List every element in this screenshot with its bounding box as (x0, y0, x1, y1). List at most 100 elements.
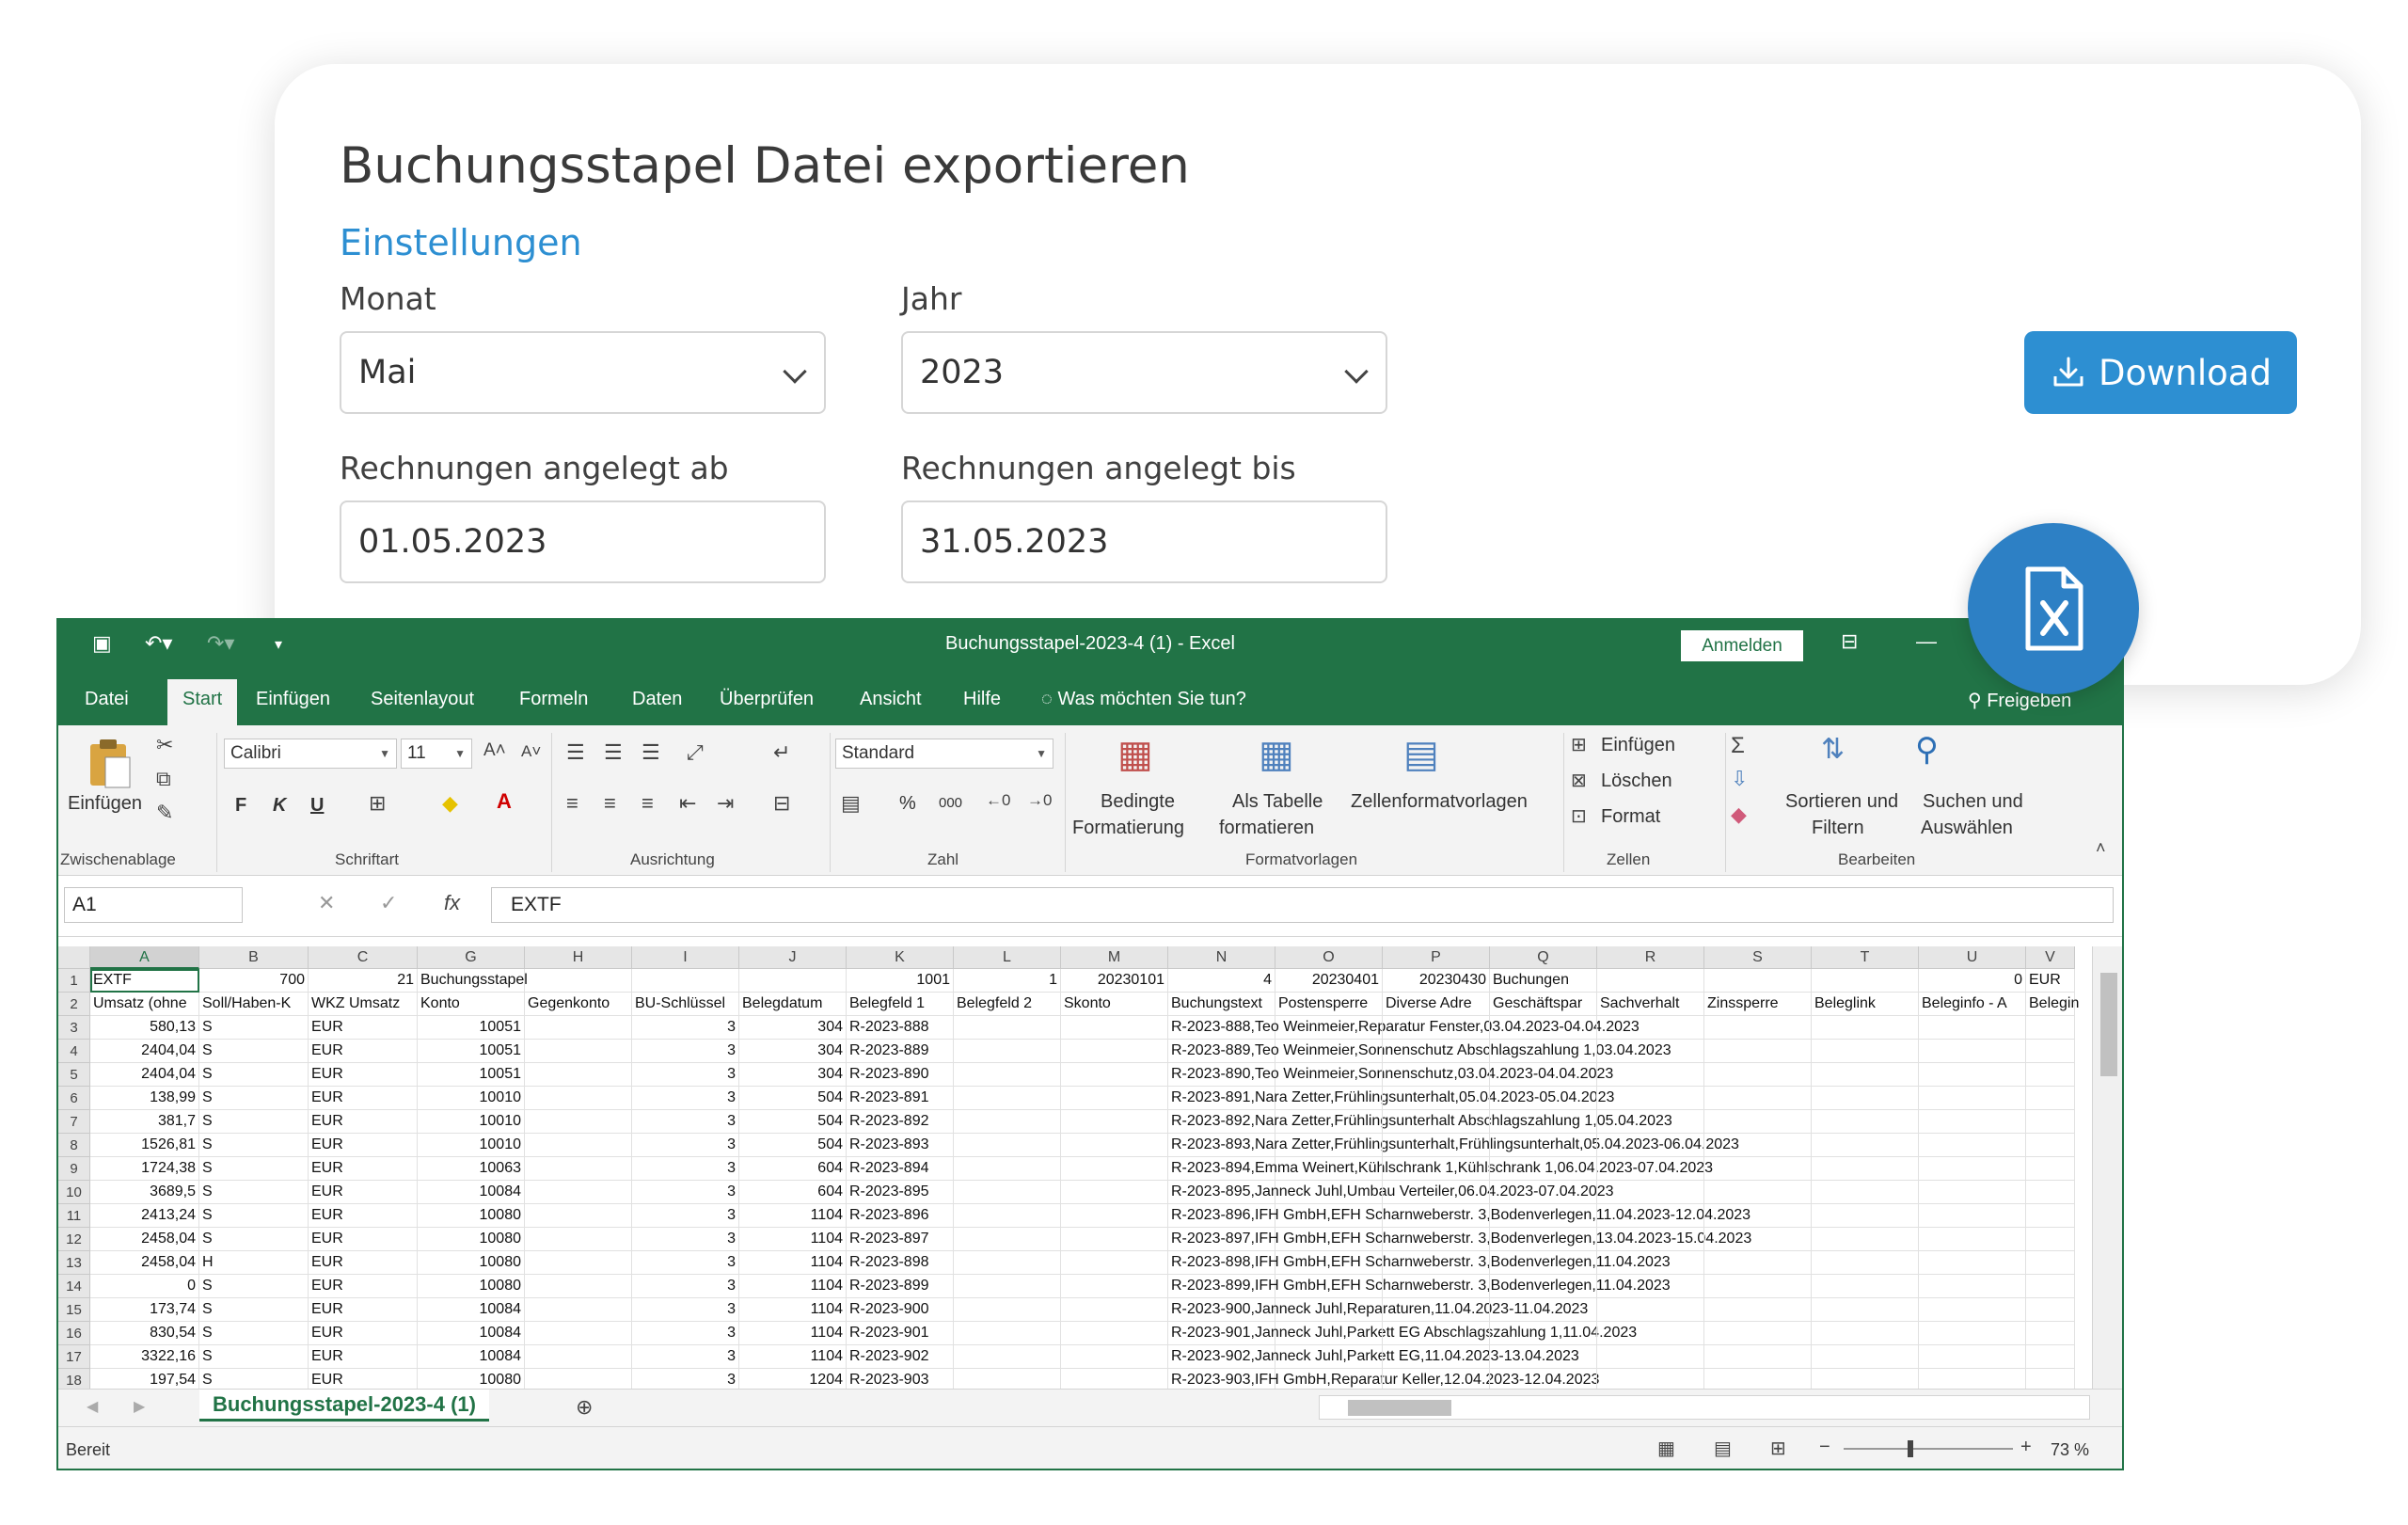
cell[interactable]: 3689,5 (90, 1181, 199, 1204)
cell[interactable] (2026, 1298, 2075, 1322)
cell[interactable]: R-2023-901,Janneck Juhl,Parkett EG Absch… (1168, 1322, 1637, 1345)
cell[interactable] (1383, 1345, 1490, 1369)
column-header[interactable]: O (1275, 946, 1383, 969)
insert-cells-button[interactable]: Einfügen (1601, 735, 1675, 756)
cell[interactable] (1704, 1063, 1812, 1087)
cell[interactable]: 604 (739, 1181, 847, 1204)
cell[interactable] (1597, 1345, 1704, 1369)
thousands-button[interactable]: 000 (939, 795, 962, 811)
cell[interactable] (1597, 1228, 1704, 1251)
cell[interactable]: R-2023-888 (847, 1016, 954, 1040)
cell[interactable] (1490, 1204, 1597, 1228)
cell[interactable]: R-2023-890,Teo Weinmeier,Sonnenschutz,03… (1168, 1063, 1613, 1087)
cell[interactable]: S (199, 1063, 309, 1087)
cell[interactable]: 1724,38 (90, 1157, 199, 1181)
cell[interactable]: Beleglink (1812, 993, 1919, 1016)
zoom-slider[interactable] (1844, 1440, 2013, 1457)
format-painter-icon[interactable]: ✎ (156, 801, 173, 825)
cell[interactable]: 3 (632, 1275, 739, 1298)
cell[interactable]: 0 (90, 1275, 199, 1298)
cell[interactable]: 304 (739, 1040, 847, 1063)
cell[interactable]: R-2023-903,IFH GmbH,Reparatur Keller,12.… (1168, 1369, 1599, 1389)
cell[interactable]: 10084 (418, 1322, 525, 1345)
cell[interactable] (1919, 1016, 2026, 1040)
cell[interactable] (1597, 1322, 1704, 1345)
cell[interactable] (1383, 1063, 1490, 1087)
cell[interactable] (2026, 1087, 2075, 1110)
cell[interactable]: Belegin (2026, 993, 2079, 1016)
cell[interactable] (2026, 1181, 2075, 1204)
cell[interactable] (1061, 1087, 1168, 1110)
formula-input[interactable]: EXTF (491, 887, 2114, 923)
row-header[interactable]: 9 (58, 1157, 90, 1181)
cell[interactable]: Buchungen (1490, 969, 1597, 993)
cell[interactable]: R-2023-893,Nara Zetter,Frühlingsunterhal… (1168, 1134, 1739, 1157)
cell[interactable] (1061, 1298, 1168, 1322)
align-top-icon[interactable]: ☰ (566, 740, 585, 765)
cell[interactable]: 10084 (418, 1181, 525, 1204)
merge-center-icon[interactable]: ⊟ (773, 791, 790, 816)
cell[interactable] (1597, 1063, 1704, 1087)
scroll-thumb[interactable] (1348, 1400, 1451, 1416)
cell[interactable] (1275, 1040, 1383, 1063)
cell[interactable]: 700 (199, 969, 309, 993)
cell[interactable]: Buchungsstapel (418, 969, 528, 993)
cell[interactable]: 173,74 (90, 1298, 199, 1322)
cell[interactable] (1061, 1063, 1168, 1087)
cell[interactable] (954, 1181, 1061, 1204)
cell[interactable] (954, 1322, 1061, 1345)
cell[interactable] (1490, 1345, 1597, 1369)
cell[interactable]: S (199, 1087, 309, 1110)
cell[interactable] (1919, 1275, 2026, 1298)
cell[interactable] (1919, 1251, 2026, 1275)
cell[interactable] (2026, 1063, 2075, 1087)
tab-ueberpruefen[interactable]: Überprüfen (720, 689, 814, 710)
cell[interactable] (1061, 1181, 1168, 1204)
cell[interactable]: Umsatz (ohne (90, 993, 199, 1016)
cell[interactable] (1275, 1016, 1383, 1040)
cell[interactable] (1061, 1040, 1168, 1063)
cell[interactable] (525, 1298, 632, 1322)
cell[interactable]: R-2023-898 (847, 1251, 954, 1275)
cell[interactable]: EUR (309, 1087, 418, 1110)
find-select-label-2[interactable]: Auswählen (1921, 818, 2013, 839)
zoom-out-icon[interactable]: − (1819, 1437, 1830, 1458)
cell[interactable] (1061, 1369, 1168, 1389)
cell[interactable] (1061, 1204, 1168, 1228)
cell[interactable] (2026, 1134, 2075, 1157)
cell[interactable] (1061, 1322, 1168, 1345)
row-header[interactable]: 17 (58, 1345, 90, 1369)
cell[interactable]: 20230430 (1383, 969, 1490, 993)
cell[interactable]: 1104 (739, 1298, 847, 1322)
cell[interactable] (525, 1016, 632, 1040)
tab-einfuegen[interactable]: Einfügen (256, 689, 330, 710)
cell[interactable] (1704, 1157, 1812, 1181)
cell[interactable]: 2458,04 (90, 1228, 199, 1251)
cell[interactable]: WKZ Umsatz (309, 993, 418, 1016)
shrink-font-icon[interactable]: A˅ (521, 742, 541, 761)
align-right-icon[interactable]: ≡ (642, 791, 654, 816)
cell[interactable]: EUR (309, 1134, 418, 1157)
cell[interactable] (1383, 1298, 1490, 1322)
cell[interactable]: 21 (309, 969, 418, 993)
cell[interactable] (954, 1275, 1061, 1298)
cell[interactable] (1597, 1298, 1704, 1322)
cell[interactable] (1061, 1134, 1168, 1157)
cell[interactable]: S (199, 1228, 309, 1251)
cell[interactable] (1704, 1322, 1812, 1345)
cell[interactable] (1919, 1204, 2026, 1228)
cell[interactable]: 3 (632, 1228, 739, 1251)
cell[interactable] (1919, 1087, 2026, 1110)
cell[interactable]: EUR (2026, 969, 2075, 993)
tab-formeln[interactable]: Formeln (519, 689, 588, 710)
cell[interactable]: 20230101 (1061, 969, 1168, 993)
cell[interactable]: R-2023-900,Janneck Juhl,Reparaturen,11.0… (1168, 1298, 1588, 1322)
decrease-indent-icon[interactable]: ⇤ (679, 791, 696, 816)
font-name-combo[interactable]: Calibri ▼ (224, 739, 397, 769)
cell[interactable] (1597, 1369, 1704, 1389)
spreadsheet-grid[interactable]: A B C G H I J K L M N O P Q R S T U V 1 EXTF 700 21 Buchungssta… (58, 946, 2092, 1389)
cell[interactable] (1490, 1157, 1597, 1181)
row-header[interactable]: 4 (58, 1040, 90, 1063)
cell[interactable] (1597, 969, 1704, 993)
cell[interactable]: R-2023-899,IFH GmbH,EFH Scharnweberstr. … (1168, 1275, 1671, 1298)
